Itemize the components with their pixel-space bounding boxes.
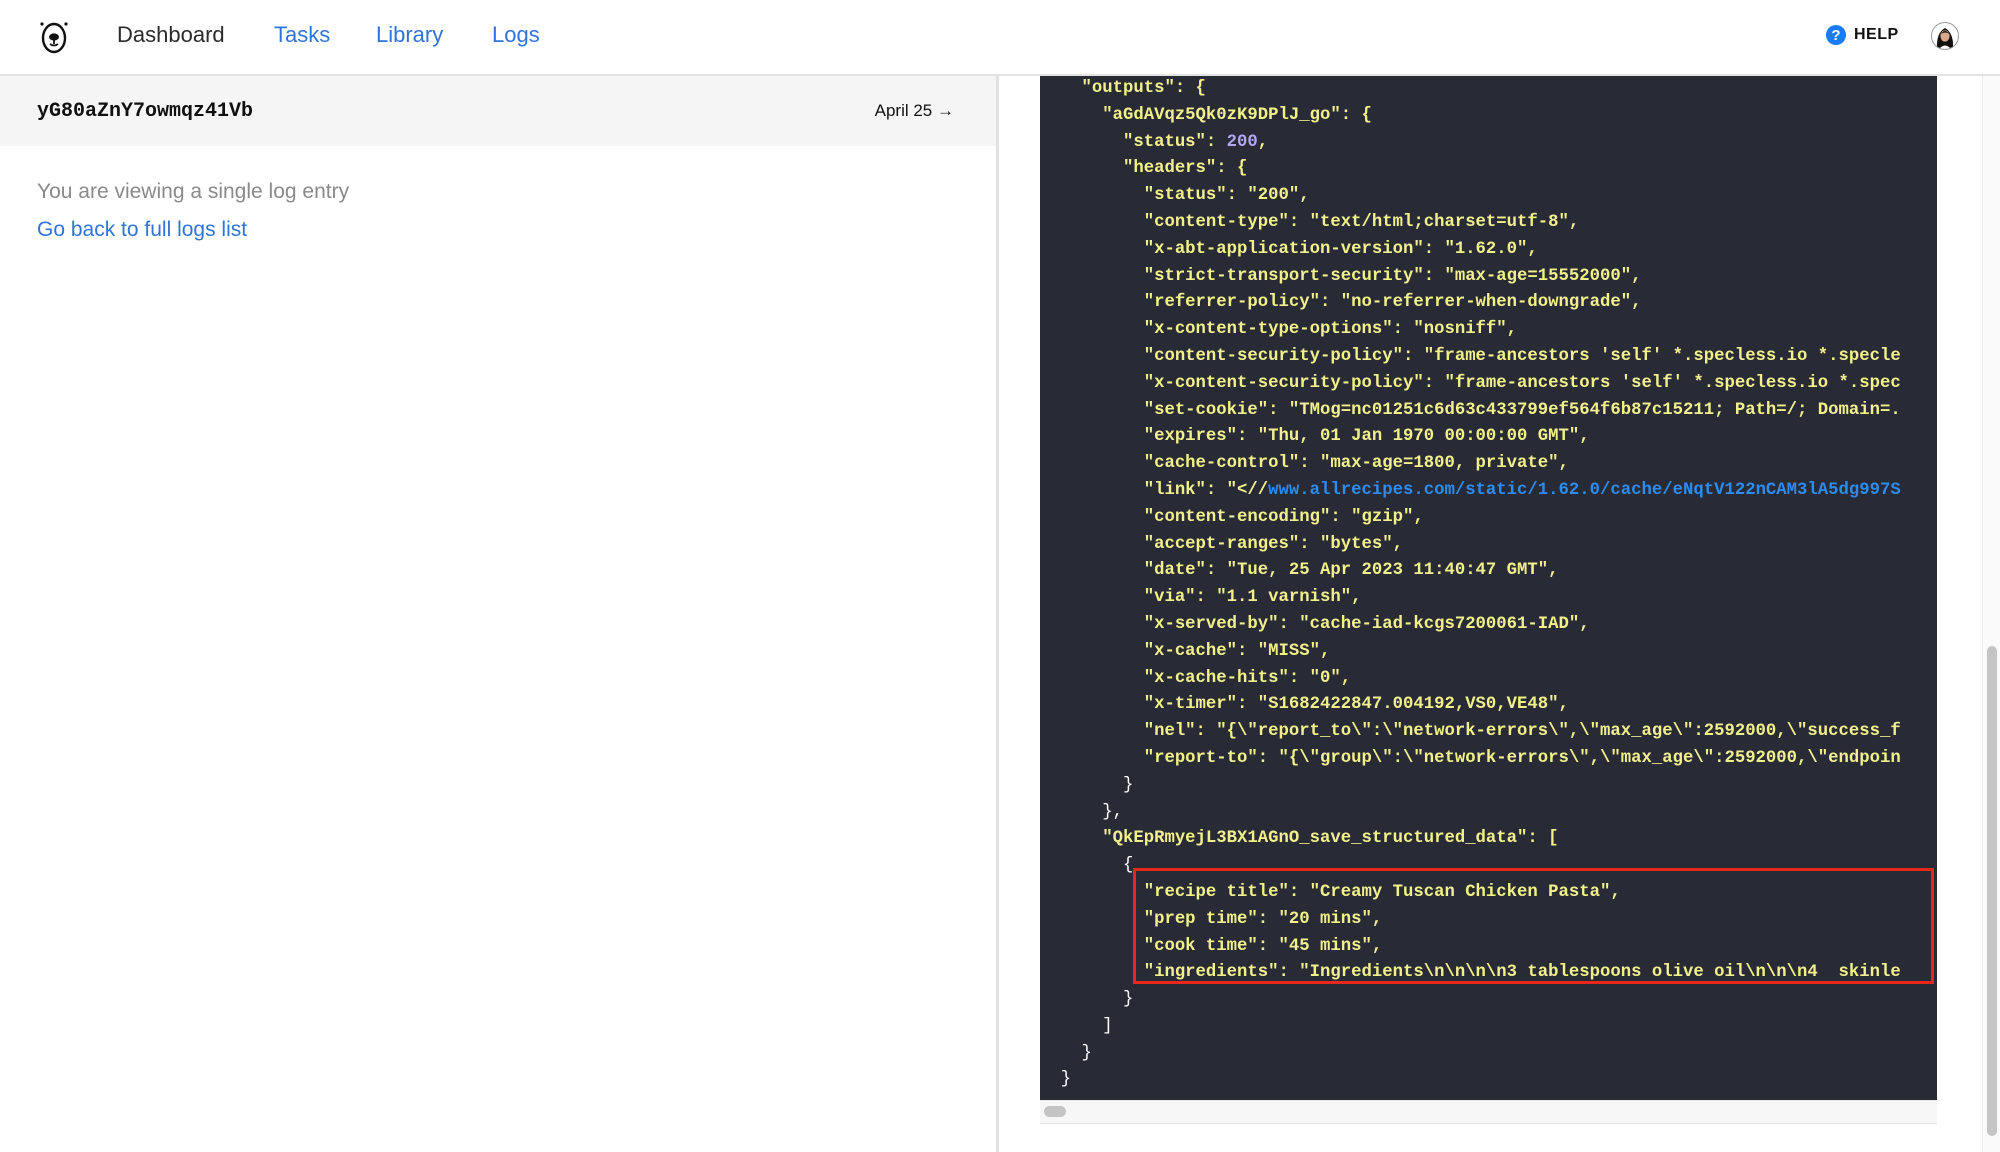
help-icon: ? xyxy=(1826,25,1846,45)
nav-tasks[interactable]: Tasks xyxy=(274,22,330,48)
code-line: "outputs": { xyxy=(1040,79,1206,98)
log-entry-id: yG80aZnY7owmqz41Vb xyxy=(37,100,254,123)
code-line: } xyxy=(1040,1043,1092,1063)
avatar-icon xyxy=(1936,28,1954,49)
code-line: "referrer-policy": "no-referrer-when-dow… xyxy=(1040,293,1642,313)
code-line: "status": 200, xyxy=(1040,132,1269,152)
nav-logs[interactable]: Logs xyxy=(492,22,540,48)
code-line: "x-timer": "S1682422847.004192,VS0,VE48"… xyxy=(1040,695,1569,715)
code-line: "link": "<//www.allrecipes.com/static/1.… xyxy=(1040,480,1901,500)
user-avatar[interactable] xyxy=(1931,22,1959,50)
log-entry-header: yG80aZnY7owmqz41Vb April 25 → xyxy=(0,76,996,146)
code-line: "accept-ranges": "bytes", xyxy=(1040,534,1403,554)
nav-library[interactable]: Library xyxy=(376,22,443,48)
log-entry-panel: yG80aZnY7owmqz41Vb April 25 → You are vi… xyxy=(0,76,999,1152)
code-line: "aGdAVqz5Qk0zK9DPlJ_go": { xyxy=(1040,105,1372,125)
code-line: } xyxy=(1040,775,1134,795)
code-line: "nel": "{\"report_to\":\"network-errors\… xyxy=(1040,722,1901,742)
horizontal-scrollbar-thumb[interactable] xyxy=(1044,1106,1066,1117)
code-line: "headers": { xyxy=(1040,159,1248,179)
code-line: "status": "200", xyxy=(1040,186,1310,206)
code-line: } xyxy=(1040,1070,1072,1090)
code-line: "report-to": "{\"group\":\"network-error… xyxy=(1040,748,1901,768)
code-line: "x-cache": "MISS", xyxy=(1040,641,1331,661)
help-label: HELP xyxy=(1854,26,1899,43)
top-navigation-bar: Dashboard Tasks Library Logs ? HELP xyxy=(0,0,2000,76)
json-output-viewer[interactable]: "outputs": { "aGdAVqz5Qk0zK9DPlJ_go": { … xyxy=(1040,76,1937,1100)
horizontal-scrollbar[interactable] xyxy=(1040,1100,1937,1124)
code-line: "date": "Tue, 25 Apr 2023 11:40:47 GMT", xyxy=(1040,561,1559,581)
page-vertical-scrollbar-thumb[interactable] xyxy=(1987,646,1997,1136)
code-line: "expires": "Thu, 01 Jan 1970 00:00:00 GM… xyxy=(1040,427,1590,447)
code-line: "cache-control": "max-age=1800, private"… xyxy=(1040,454,1569,474)
nav-dashboard[interactable]: Dashboard xyxy=(117,22,225,48)
code-line: "content-security-policy": "frame-ancest… xyxy=(1040,346,1901,366)
bear-logo-icon[interactable] xyxy=(36,16,72,56)
code-line: "strict-transport-security": "max-age=15… xyxy=(1040,266,1642,286)
single-entry-notice: You are viewing a single log entry xyxy=(37,180,350,203)
highlight-annotation-box xyxy=(1133,868,1934,984)
help-button[interactable]: ? HELP xyxy=(1826,25,1899,45)
code-line: "content-encoding": "gzip", xyxy=(1040,507,1424,527)
code-line: "x-content-type-options": "nosniff", xyxy=(1040,320,1518,340)
code-line: "x-content-security-policy": "frame-ance… xyxy=(1040,373,1901,393)
code-line: "x-served-by": "cache-iad-kcgs7200061-IA… xyxy=(1040,614,1590,634)
code-line: }, xyxy=(1040,802,1123,822)
code-line: ] xyxy=(1040,1016,1113,1036)
code-line: "set-cookie": "TMog=nc01251c6d63c433799e… xyxy=(1040,400,1901,420)
code-line: "content-type": "text/html;charset=utf-8… xyxy=(1040,212,1580,232)
page-vertical-scrollbar[interactable] xyxy=(1982,76,2000,1152)
code-line: "via": "1.1 varnish", xyxy=(1040,588,1362,608)
log-entry-date-link[interactable]: April 25 → xyxy=(875,101,954,121)
code-line: "x-cache-hits": "0", xyxy=(1040,668,1352,688)
back-to-logs-link[interactable]: Go back to full logs list xyxy=(37,218,247,242)
code-line: "QkEpRmyejL3BX1AGnO_save_structured_data… xyxy=(1040,829,1559,849)
code-line: "x-abt-application-version": "1.62.0", xyxy=(1040,239,1538,259)
code-line: } xyxy=(1040,990,1134,1010)
